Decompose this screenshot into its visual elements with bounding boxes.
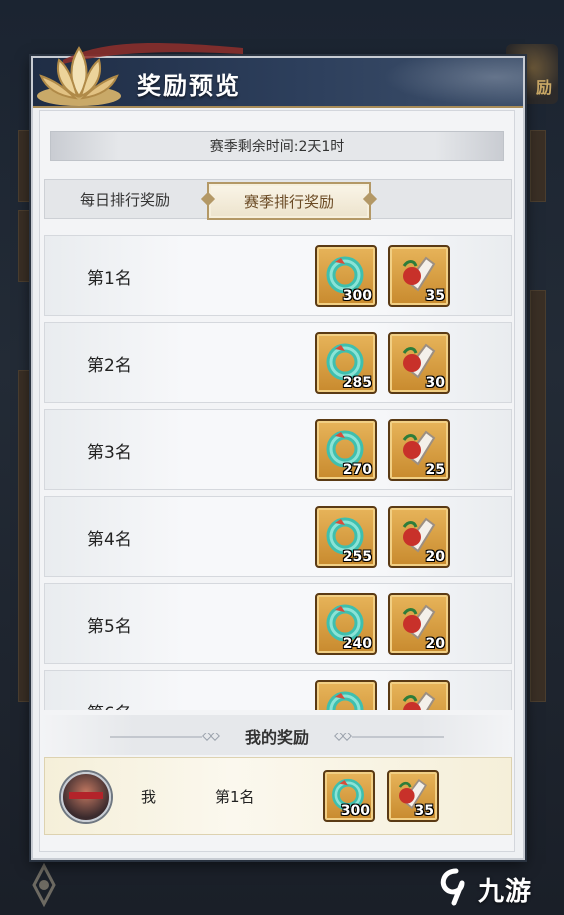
scroll-talisman-icon [402, 691, 436, 710]
bg-panel-edge [530, 290, 546, 702]
item-quantity: 240 [342, 636, 372, 652]
season-remaining-text: 赛季剩余时间:2天1时 [209, 139, 345, 155]
reward-item-slot[interactable] [388, 680, 450, 710]
reward-item-slot[interactable]: 20 [388, 593, 450, 655]
my-reward-row: 我 第1名 300 35 [44, 757, 512, 835]
rank-label: 第6名 [87, 699, 132, 710]
reward-item-slot[interactable]: 285 [315, 332, 377, 394]
nine-game-logo-icon [440, 868, 465, 906]
reward-row: 第6名 [44, 670, 512, 710]
tab-season-ranking[interactable]: 赛季排行奖励 [207, 182, 371, 220]
item-quantity: 300 [342, 288, 372, 304]
panel-body: 赛季剩余时间:2天1时 每日排行奖励 赛季排行奖励 第1名 300 35 第2名 [39, 110, 515, 852]
rank-label: 第5名 [87, 617, 132, 637]
reward-item-slot[interactable]: 240 [315, 593, 377, 655]
item-quantity: 35 [425, 288, 445, 304]
rank-label: 第1名 [87, 269, 132, 289]
reward-row: 第2名 285 30 [44, 322, 512, 403]
reward-item-slot[interactable]: 300 [315, 245, 377, 307]
site-watermark: 九游 [434, 865, 554, 909]
item-quantity: 20 [425, 549, 445, 565]
reward-item-slot[interactable]: 20 [388, 506, 450, 568]
bg-reward-button-label: 励 [535, 78, 552, 97]
watermark-text: 九游 [478, 877, 533, 907]
reward-item-slot[interactable] [315, 680, 377, 710]
reward-row: 第3名 270 25 [44, 409, 512, 490]
reward-row: 第4名 255 20 [44, 496, 512, 577]
rank-label: 第4名 [87, 530, 132, 550]
reward-item-slot[interactable]: 270 [315, 419, 377, 481]
my-reward-header: 我的奖励 [40, 715, 514, 755]
reward-item-slot[interactable]: 25 [388, 419, 450, 481]
reward-row: 第5名 240 20 [44, 583, 512, 664]
lotus-emblem-icon [37, 46, 121, 106]
item-quantity: 20 [425, 636, 445, 652]
reward-item-slot[interactable]: 300 [323, 770, 375, 822]
jade-bracelet-icon [326, 691, 364, 710]
item-quantity: 25 [425, 462, 445, 478]
my-name: 我 [141, 788, 157, 806]
reward-item-slot[interactable]: 35 [387, 770, 439, 822]
reward-preview-panel: 奖励预览 赛季剩余时间:2天1时 每日排行奖励 赛季排行奖励 第1名 300 3… [31, 43, 525, 860]
item-quantity: 285 [342, 375, 372, 391]
item-quantity: 270 [342, 462, 372, 478]
compass-icon [14, 860, 74, 910]
divider-ornament-icon [334, 733, 444, 741]
reward-row: 第1名 300 35 [44, 235, 512, 316]
panel-header: 奖励预览 [33, 43, 523, 108]
item-quantity: 30 [425, 375, 445, 391]
my-rank: 第1名 [215, 788, 255, 806]
reward-item-slot[interactable]: 255 [315, 506, 377, 568]
item-quantity: 255 [342, 549, 372, 565]
reward-item-slot[interactable]: 30 [388, 332, 450, 394]
bg-panel-edge [530, 130, 546, 202]
item-quantity: 35 [414, 803, 434, 819]
season-remaining-bar: 赛季剩余时间:2天1时 [50, 131, 504, 161]
tab-daily-ranking[interactable]: 每日排行奖励 [45, 180, 205, 218]
rank-label: 第3名 [87, 443, 132, 463]
rank-label: 第2名 [87, 356, 132, 376]
item-quantity: 300 [340, 803, 370, 819]
avatar[interactable] [61, 772, 111, 822]
reward-item-slot[interactable]: 35 [388, 245, 450, 307]
reward-tabs: 每日排行奖励 赛季排行奖励 [44, 179, 512, 220]
reward-list[interactable]: 第1名 300 35 第2名 285 30 第3名 270 25 第4名 255… [44, 235, 512, 710]
panel-title: 奖励预览 [137, 72, 241, 100]
